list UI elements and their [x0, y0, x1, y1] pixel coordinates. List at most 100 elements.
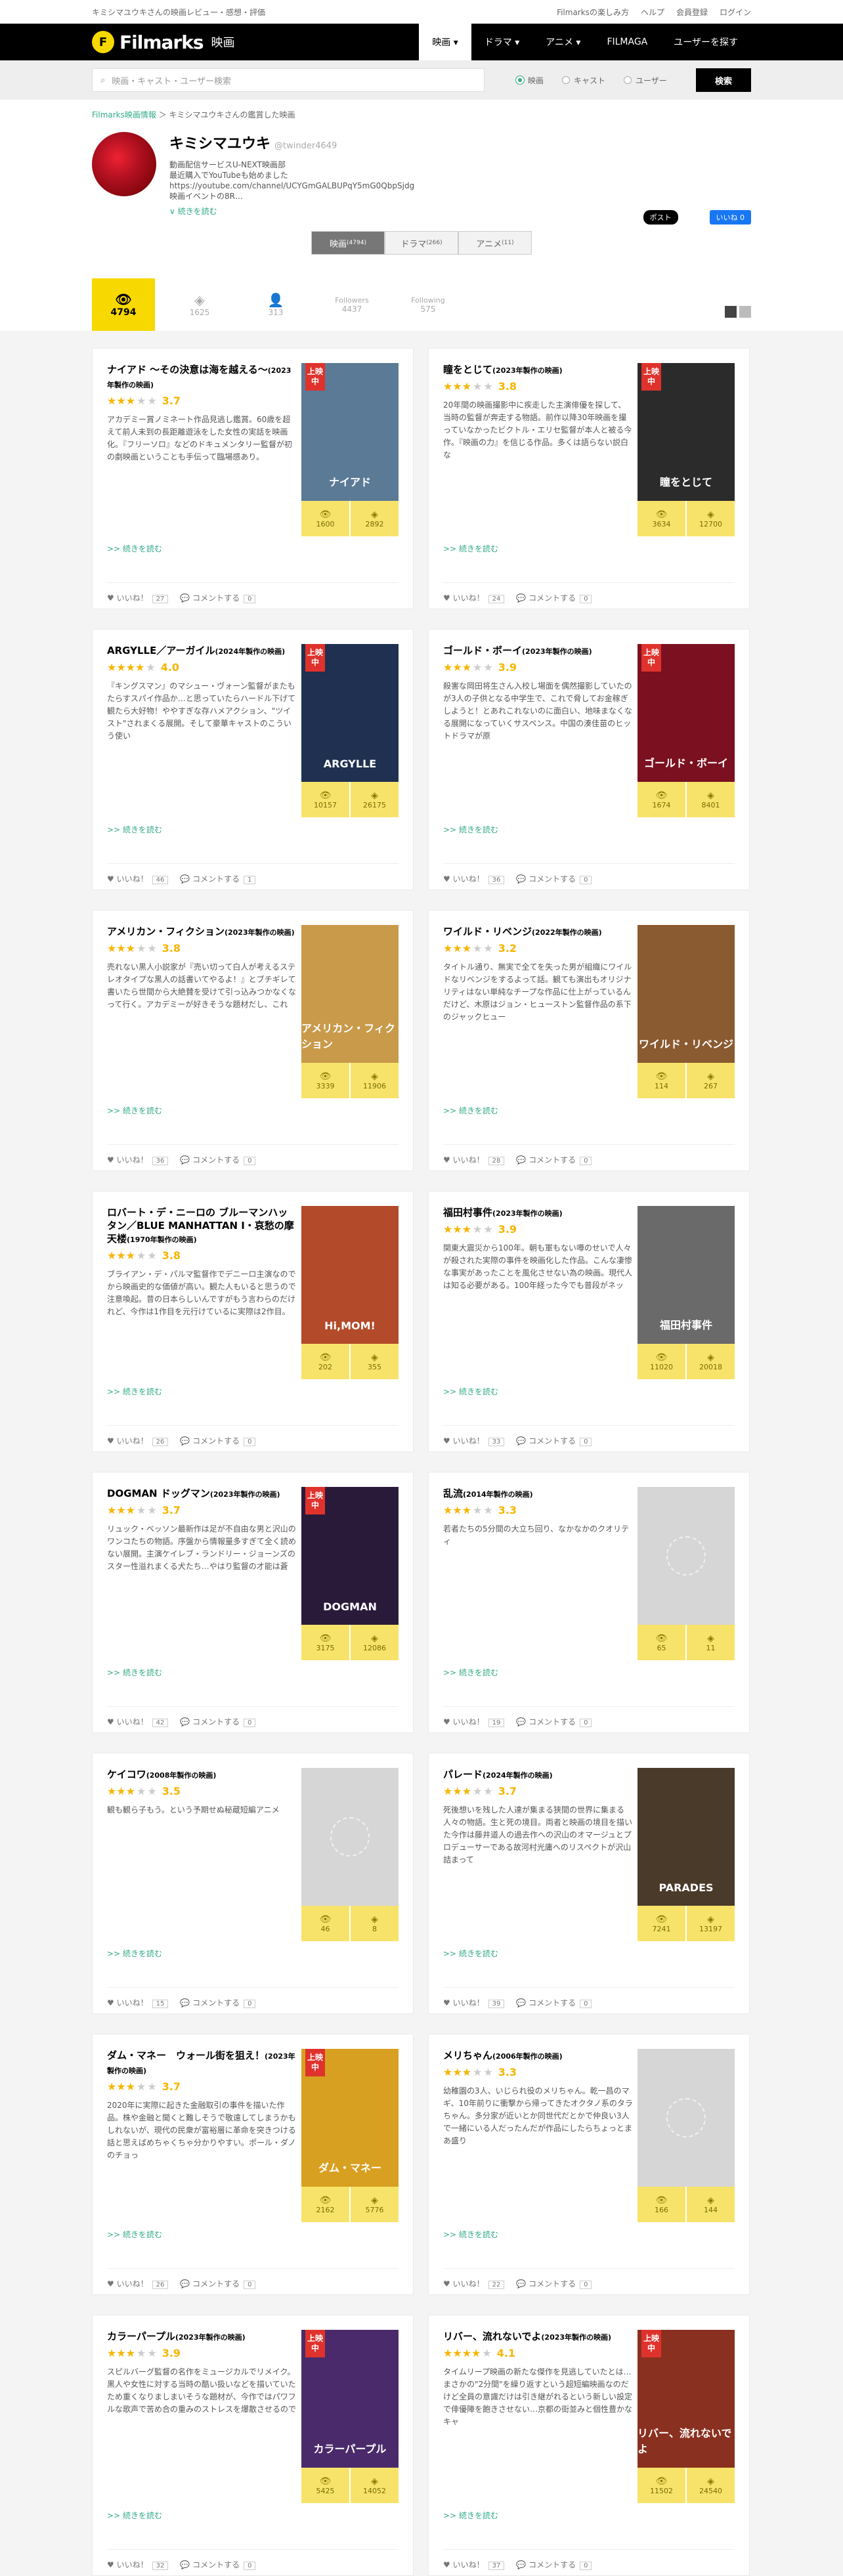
movie-title[interactable]: ワイルド・リベンジ(2022年製作の映画) [443, 925, 634, 939]
link-login[interactable]: ログイン [720, 7, 751, 18]
facebook-like-button[interactable]: いいね 0 [709, 210, 751, 225]
poster-image[interactable]: 上映中 カラーパープル [301, 2330, 399, 2468]
read-more-link[interactable]: >> 続きを読む [107, 1386, 162, 1397]
movie-title[interactable]: パレード(2024年製作の映画) [443, 1768, 634, 1782]
mark-button[interactable]: 👁 202 [301, 1344, 351, 1379]
poster-placeholder[interactable] [638, 2049, 735, 2187]
like-button[interactable]: ♥ いいね！ 28 [443, 1154, 505, 1165]
movie-title[interactable]: アメリカン・フィクション(2023年製作の映画) [107, 925, 297, 939]
poster-image[interactable]: 上映中 ゴールド・ボーイ [638, 644, 735, 782]
tab-anime[interactable]: アニメ (11) [458, 231, 532, 255]
radio-user[interactable]: ユーザー [624, 75, 667, 86]
movie-title[interactable]: 乱流(2014年製作の映画) [443, 1487, 634, 1501]
poster-image[interactable]: 上映中 瞳をとじて [638, 363, 735, 501]
read-more-link[interactable]: >> 続きを読む [443, 824, 498, 835]
movie-title[interactable]: 瞳をとじて(2023年製作の映画) [443, 363, 634, 377]
comment-button[interactable]: 💬 コメントする 0 [516, 592, 592, 603]
read-more-link[interactable]: >> 続きを読む [107, 1667, 162, 1678]
movie-title[interactable]: カラーパープル(2023年製作の映画) [107, 2330, 297, 2344]
clip-button[interactable]: ◈ 8 [351, 1906, 399, 1941]
clip-button[interactable]: ◈ 11 [687, 1625, 735, 1660]
nav-drama[interactable]: ドラマ ▾ [471, 24, 532, 60]
read-more-link[interactable]: >> 続きを読む [107, 1948, 162, 1959]
mark-button[interactable]: 👁 1674 [638, 782, 687, 817]
post-button[interactable]: ポスト [643, 210, 678, 225]
radio-cast[interactable]: キャスト [562, 75, 605, 86]
like-button[interactable]: ♥ いいね！ 33 [443, 1435, 505, 1446]
poster-placeholder[interactable] [301, 1768, 399, 1906]
nav-movies[interactable]: 映画 ▾ [419, 24, 471, 60]
like-button[interactable]: ♥ いいね！ 36 [443, 873, 505, 884]
poster-image[interactable]: 上映中 ダム・マネー [301, 2049, 399, 2187]
read-more-link[interactable]: >> 続きを読む [107, 824, 162, 835]
nav-anime[interactable]: アニメ ▾ [532, 24, 594, 60]
comment-button[interactable]: 💬 コメントする 0 [180, 1997, 256, 2008]
mark-button[interactable]: 👁 46 [301, 1906, 351, 1941]
mark-button[interactable]: 👁 5425 [301, 2468, 351, 2503]
link-register[interactable]: 会員登録 [676, 7, 708, 18]
like-button[interactable]: ♥ いいね！ 19 [443, 1716, 505, 1727]
movie-title[interactable]: ARGYLLE／アーガイル(2024年製作の映画) [107, 644, 297, 658]
comment-button[interactable]: 💬 コメントする 0 [180, 592, 256, 603]
nav-filmaga[interactable]: FILMAGA [594, 24, 660, 60]
search-input[interactable]: ⌕ 映画・キャスト・ユーザー検索 [92, 68, 485, 92]
like-button[interactable]: ♥ いいね！ 37 [443, 2559, 505, 2570]
read-more-link[interactable]: >> 続きを読む [443, 1386, 498, 1397]
comment-button[interactable]: 💬 コメントする 0 [180, 1435, 256, 1446]
comment-button[interactable]: 💬 コメントする 0 [516, 1997, 592, 2008]
poster-image[interactable]: 福田村事件 [638, 1206, 735, 1344]
link-help[interactable]: ヘルプ [641, 7, 664, 18]
poster-image[interactable]: PARADES [638, 1768, 735, 1906]
like-button[interactable]: ♥ いいね！ 36 [107, 1154, 169, 1165]
like-button[interactable]: ♥ いいね！ 26 [107, 2278, 169, 2289]
comment-button[interactable]: 💬 コメントする 0 [516, 1435, 592, 1446]
comment-button[interactable]: 💬 コメントする 0 [516, 873, 592, 884]
movie-title[interactable]: 福田村事件(2023年製作の映画) [443, 1206, 634, 1220]
movie-title[interactable]: ケイコワ(2008年製作の映画) [107, 1768, 297, 1782]
mark-button[interactable]: 👁 10157 [301, 782, 351, 817]
movie-title[interactable]: ゴールド・ボーイ(2023年製作の映画) [443, 644, 634, 658]
clip-button[interactable]: ◈ 12700 [687, 501, 735, 536]
like-button[interactable]: ♥ いいね！ 46 [107, 873, 169, 884]
clip-button[interactable]: ◈ 5776 [351, 2187, 399, 2222]
stat-reviews[interactable]: 👤 313 [244, 278, 307, 331]
read-more-link[interactable]: >> 続きを読む [107, 2510, 162, 2521]
read-more-link[interactable]: >> 続きを読む [443, 1667, 498, 1678]
grid-view-icon[interactable] [725, 306, 737, 318]
poster-image[interactable]: 上映中 ARGYLLE [301, 644, 399, 782]
poster-image[interactable]: Hi,MOM! [301, 1206, 399, 1344]
link-howto[interactable]: Filmarksの楽しみ方 [557, 7, 629, 18]
movie-title[interactable]: ロバート・デ・ニーロの ブルーマンハッタン／BLUE MANHATTAN Ⅰ・哀… [107, 1206, 297, 1247]
comment-button[interactable]: 💬 コメントする 0 [516, 2559, 592, 2570]
like-button[interactable]: ♥ いいね！ 27 [107, 592, 169, 603]
poster-image[interactable]: 上映中 ナイアド [301, 363, 399, 501]
poster-image[interactable]: 上映中 DOGMAN [301, 1487, 399, 1625]
like-button[interactable]: ♥ いいね！ 32 [107, 2559, 169, 2570]
stat-clips[interactable]: ◈ 1625 [168, 278, 231, 331]
clip-button[interactable]: ◈ 26175 [351, 782, 399, 817]
read-more-link[interactable]: >> 続きを読む [443, 1105, 498, 1116]
movie-title[interactable]: リバー、流れないでよ(2023年製作の映画) [443, 2330, 634, 2344]
breadcrumb-home[interactable]: Filmarks映画情報 [92, 110, 156, 119]
read-more-link[interactable]: >> 続きを読む [443, 543, 498, 554]
read-more-link[interactable]: >> 続きを読む [107, 2229, 162, 2240]
mark-button[interactable]: 👁 3634 [638, 501, 687, 536]
comment-button[interactable]: 💬 コメントする 1 [180, 873, 256, 884]
read-more-link[interactable]: >> 続きを読む [443, 2510, 498, 2521]
clip-button[interactable]: ◈ 11906 [351, 1063, 399, 1098]
poster-placeholder[interactable] [638, 1487, 735, 1625]
movie-title[interactable]: メリちゃん(2006年製作の映画) [443, 2049, 634, 2063]
comment-button[interactable]: 💬 コメントする 0 [516, 2278, 592, 2289]
comment-button[interactable]: 💬 コメントする 0 [516, 1154, 592, 1165]
comment-button[interactable]: 💬 コメントする 0 [180, 2278, 256, 2289]
poster-image[interactable]: ワイルド・リベンジ [638, 925, 735, 1063]
like-button[interactable]: ♥ いいね！ 15 [107, 1997, 169, 2008]
mark-button[interactable]: 👁 3339 [301, 1063, 351, 1098]
tab-drama[interactable]: ドラマ (266) [385, 231, 458, 255]
clip-button[interactable]: ◈ 24540 [687, 2468, 735, 2503]
clip-button[interactable]: ◈ 13197 [687, 1906, 735, 1941]
stat-following[interactable]: Following 575 [397, 278, 460, 331]
mark-button[interactable]: 👁 11502 [638, 2468, 687, 2503]
mark-button[interactable]: 👁 114 [638, 1063, 687, 1098]
list-view-icon[interactable] [739, 306, 751, 318]
